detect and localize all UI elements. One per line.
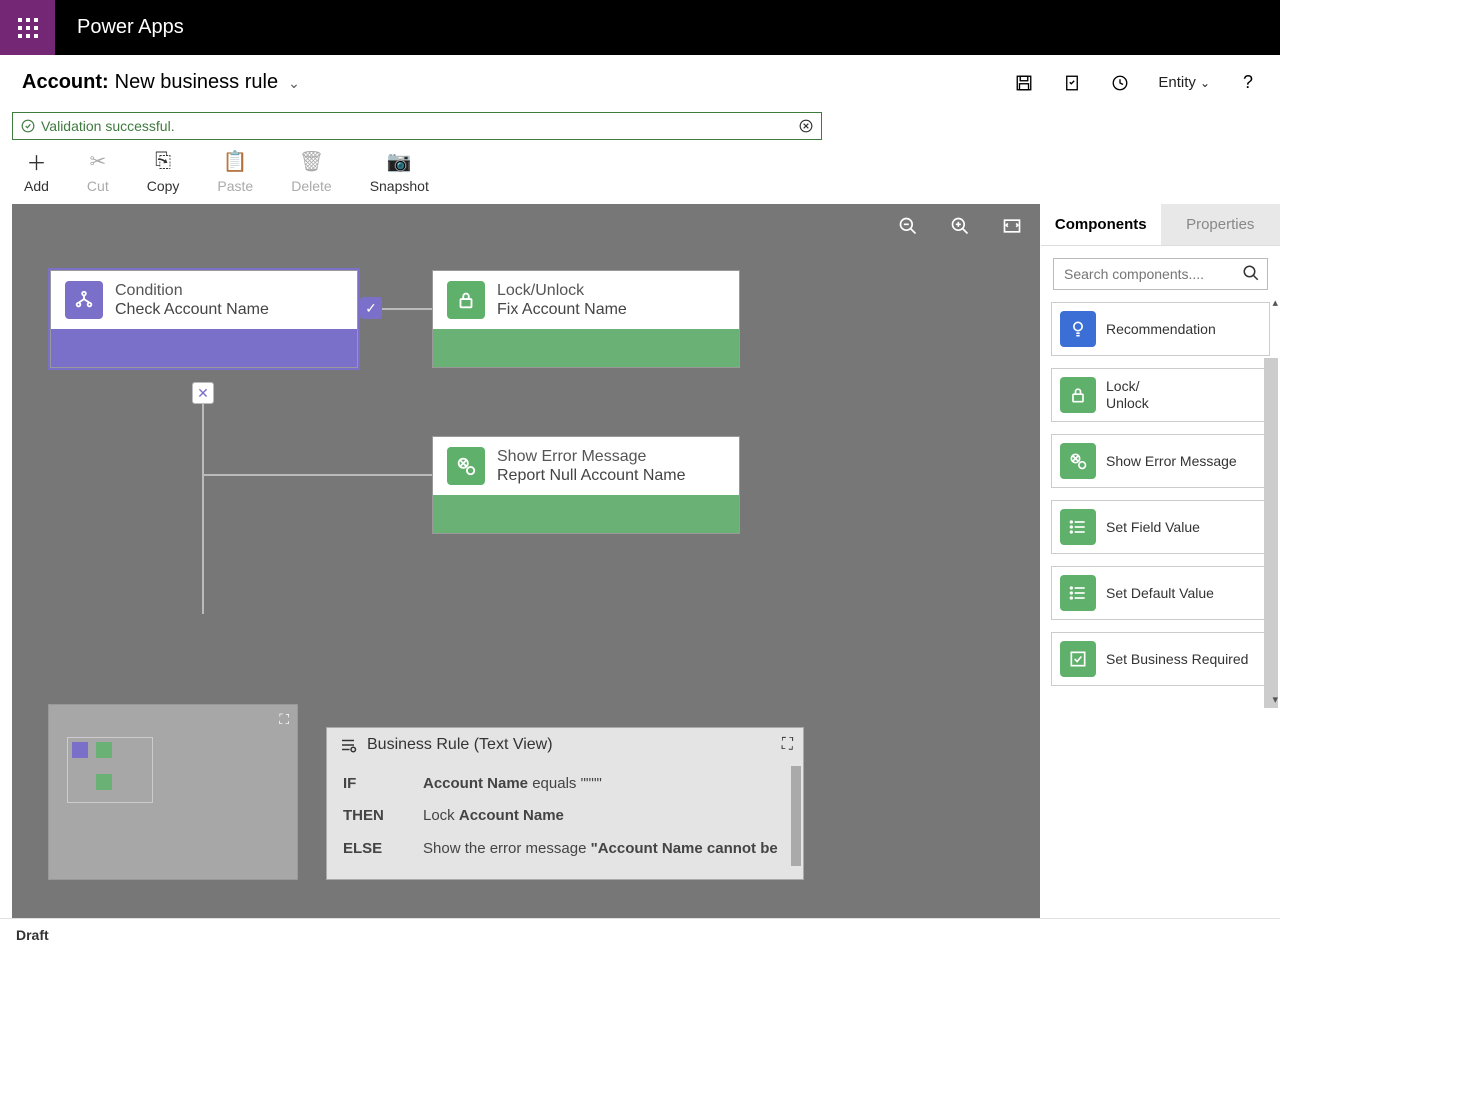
sidebar: Components Properties ▴ ▾ Recommendation… <box>1040 204 1280 918</box>
minimap[interactable]: ⛶ <box>48 704 298 880</box>
if-value: Account Name equals """" <box>423 770 787 799</box>
component-label: Recommendation <box>1106 321 1216 338</box>
scope-dropdown[interactable]: Entity ⌄ <box>1158 74 1210 91</box>
close-icon[interactable] <box>799 119 813 133</box>
component-item[interactable]: Set Field Value <box>1051 500 1270 554</box>
validation-banner: Validation successful. <box>12 112 822 140</box>
search-icon[interactable] <box>1242 264 1260 282</box>
component-item[interactable]: Show Error Message <box>1051 434 1270 488</box>
save-icon[interactable] <box>1014 73 1034 93</box>
search-input[interactable] <box>1053 258 1268 290</box>
scope-label: Entity <box>1158 74 1196 91</box>
tab-components[interactable]: Components <box>1041 204 1161 245</box>
rule-entity-label: Account: <box>22 71 109 94</box>
then-keyword: THEN <box>343 802 423 831</box>
design-canvas[interactable]: ✓ ✕ Condition Check Account Name <box>12 204 1040 918</box>
text-view-title: Business Rule (Text View) <box>367 736 553 754</box>
node-subtitle: Report Null Account Name <box>497 466 686 485</box>
error-icon <box>1060 443 1096 479</box>
node-title: Show Error Message <box>497 447 686 466</box>
global-nav: Power Apps <box>0 0 1280 55</box>
node-footer <box>433 495 739 533</box>
list-icon <box>1060 509 1096 545</box>
component-item[interactable]: Set Default Value <box>1051 566 1270 620</box>
fit-screen-icon[interactable] <box>1002 216 1022 236</box>
save-as-icon[interactable] <box>1110 73 1130 93</box>
node-footer <box>433 329 739 367</box>
zoom-out-icon[interactable] <box>898 216 918 236</box>
scroll-down-icon[interactable]: ▾ <box>1272 693 1278 706</box>
lock-icon <box>447 281 485 319</box>
expand-icon[interactable]: ⛶ <box>782 736 793 754</box>
component-label: Set Default Value <box>1106 585 1214 602</box>
lock-icon <box>1060 377 1096 413</box>
text-view-panel: Business Rule (Text View) ⛶ IF Account N… <box>326 727 804 881</box>
status-bar: Draft <box>0 918 1280 950</box>
check-circle-icon <box>21 119 35 133</box>
connector <box>202 382 204 614</box>
zoom-in-icon[interactable] <box>950 216 970 236</box>
component-item[interactable]: Lock/Unlock <box>1051 368 1270 422</box>
delete-button[interactable]: 🗑Delete <box>291 150 331 194</box>
paste-button[interactable]: 📋Paste <box>217 150 253 194</box>
condition-icon <box>65 281 103 319</box>
waffle-icon <box>18 18 38 38</box>
error-node[interactable]: Show Error Message Report Null Account N… <box>432 436 740 534</box>
rule-header: Account: New business rule ⌄ Entity ⌄ ? <box>0 55 1280 110</box>
else-value: Show the error message "Account Name can… <box>423 835 787 864</box>
scroll-up-icon[interactable]: ▴ <box>1272 298 1278 309</box>
node-footer <box>51 329 357 367</box>
status-label: Draft <box>16 927 49 943</box>
node-subtitle: Check Account Name <box>115 300 269 319</box>
app-name: Power Apps <box>55 16 184 39</box>
check-icon <box>1060 641 1096 677</box>
connector <box>202 474 434 476</box>
x-connector-icon: ✕ <box>192 382 214 404</box>
component-label: Set Field Value <box>1106 519 1200 536</box>
rule-name[interactable]: New business rule <box>115 71 278 94</box>
scrollbar[interactable] <box>791 766 801 866</box>
list-icon <box>1060 575 1096 611</box>
copy-button[interactable]: ⎘Copy <box>147 150 180 194</box>
else-keyword: ELSE <box>343 835 423 864</box>
error-icon <box>447 447 485 485</box>
gear-list-icon <box>339 736 357 754</box>
lock-node[interactable]: Lock/Unlock Fix Account Name <box>432 270 740 368</box>
minimap-expand-icon[interactable]: ⛶ <box>279 711 289 728</box>
chevron-down-icon: ⌄ <box>1200 76 1210 90</box>
condition-node[interactable]: Condition Check Account Name <box>50 270 358 368</box>
add-button[interactable]: ＋Add <box>24 150 49 194</box>
cut-button[interactable]: ✂Cut <box>87 150 109 194</box>
component-label: Show Error Message <box>1106 453 1237 470</box>
help-icon[interactable]: ? <box>1238 73 1258 93</box>
component-label: Lock/Unlock <box>1106 378 1149 412</box>
component-label: Set Business Required <box>1106 651 1248 668</box>
bulb-icon <box>1060 311 1096 347</box>
check-connector-icon: ✓ <box>360 297 382 319</box>
scrollbar[interactable] <box>1264 358 1278 708</box>
node-title: Condition <box>115 281 269 300</box>
chevron-down-icon[interactable]: ⌄ <box>288 75 300 92</box>
component-item[interactable]: Set Business Required <box>1051 632 1270 686</box>
tab-properties[interactable]: Properties <box>1161 204 1281 245</box>
if-keyword: IF <box>343 770 423 799</box>
component-item[interactable]: Recommendation <box>1051 302 1270 356</box>
app-launcher-button[interactable] <box>0 0 55 55</box>
validate-icon[interactable] <box>1062 73 1082 93</box>
node-subtitle: Fix Account Name <box>497 300 627 319</box>
snapshot-button[interactable]: 📷Snapshot <box>370 150 429 194</box>
node-title: Lock/Unlock <box>497 281 627 300</box>
action-bar: ＋Add ✂Cut ⎘Copy 📋Paste 🗑Delete 📷Snapshot <box>0 146 1280 204</box>
then-value: Lock Account Name <box>423 802 787 831</box>
validation-message: Validation successful. <box>41 118 175 134</box>
